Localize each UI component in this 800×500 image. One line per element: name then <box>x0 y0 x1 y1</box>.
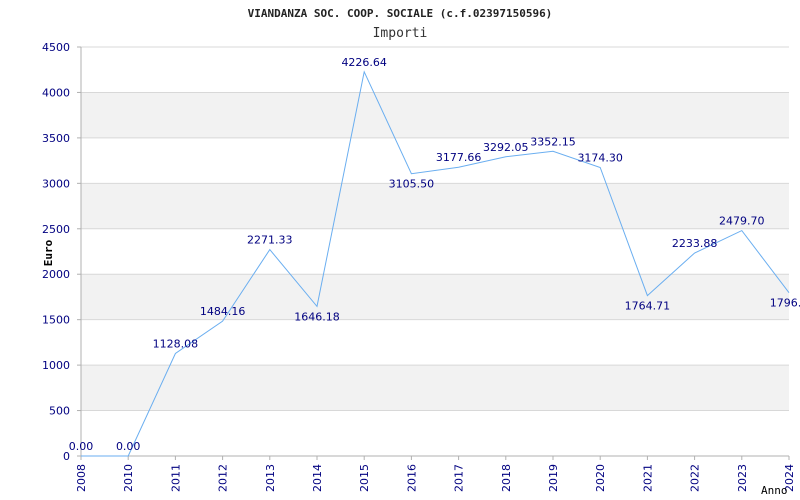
x-tick-label: 2013 <box>264 464 277 492</box>
plot-area: 0500100015002000250030003500400045002008… <box>42 41 800 492</box>
x-tick-label: 2010 <box>122 464 135 492</box>
grid-band <box>81 183 789 229</box>
y-axis-label: Euro <box>42 239 55 266</box>
x-tick-label: 2015 <box>358 464 371 492</box>
data-label: 1128.08 <box>153 337 199 350</box>
x-tick-label: 2022 <box>689 464 702 492</box>
y-tick-label: 1500 <box>42 314 70 327</box>
grid-band <box>81 92 789 138</box>
chart-title: VIANDANZA SOC. COOP. SOCIALE (c.f.023971… <box>248 7 553 20</box>
data-label: 3105.50 <box>389 178 435 191</box>
data-label: 2233.88 <box>672 237 718 250</box>
y-tick-label: 2500 <box>42 223 70 236</box>
data-label: 3174.30 <box>577 151 623 164</box>
data-label: 1764.71 <box>625 300 671 313</box>
grid-band <box>81 365 789 411</box>
grid-band <box>81 274 789 320</box>
y-tick-label: 3000 <box>42 177 70 190</box>
x-tick-label: 2016 <box>405 464 418 492</box>
chart-subtitle: Importi <box>373 26 428 41</box>
x-tick-label: 2020 <box>594 464 607 492</box>
data-label: 0.00 <box>116 440 141 453</box>
y-tick-label: 4000 <box>42 86 70 99</box>
data-label: 3292.05 <box>483 141 529 154</box>
data-label: 2479.70 <box>719 215 765 228</box>
data-label: 2271.33 <box>247 234 293 247</box>
y-tick-label: 500 <box>49 405 70 418</box>
y-tick-label: 4500 <box>42 41 70 54</box>
data-label: 0.00 <box>69 440 94 453</box>
data-label: 3352.15 <box>530 135 576 148</box>
y-tick-label: 2000 <box>42 268 70 281</box>
x-tick-label: 2019 <box>547 464 560 492</box>
x-tick-label: 2011 <box>169 464 182 492</box>
x-tick-label: 2012 <box>217 464 230 492</box>
data-label: 1484.16 <box>200 305 246 318</box>
data-label: 1796.3 <box>770 297 800 310</box>
x-tick-label: 2018 <box>500 464 513 492</box>
x-tick-label: 2021 <box>641 464 654 492</box>
data-label: 4226.64 <box>341 56 387 69</box>
line-chart: VIANDANZA SOC. COOP. SOCIALE (c.f.023971… <box>42 7 800 497</box>
x-axis-label: Anno <box>761 484 788 497</box>
y-tick-label: 3500 <box>42 132 70 145</box>
y-tick-label: 1000 <box>42 359 70 372</box>
data-label: 1646.18 <box>294 310 340 323</box>
x-tick-label: 2014 <box>311 464 324 492</box>
x-tick-label: 2008 <box>75 464 88 492</box>
data-label: 3177.66 <box>436 151 482 164</box>
x-tick-label: 2017 <box>453 464 466 492</box>
x-tick-label: 2023 <box>736 464 749 492</box>
